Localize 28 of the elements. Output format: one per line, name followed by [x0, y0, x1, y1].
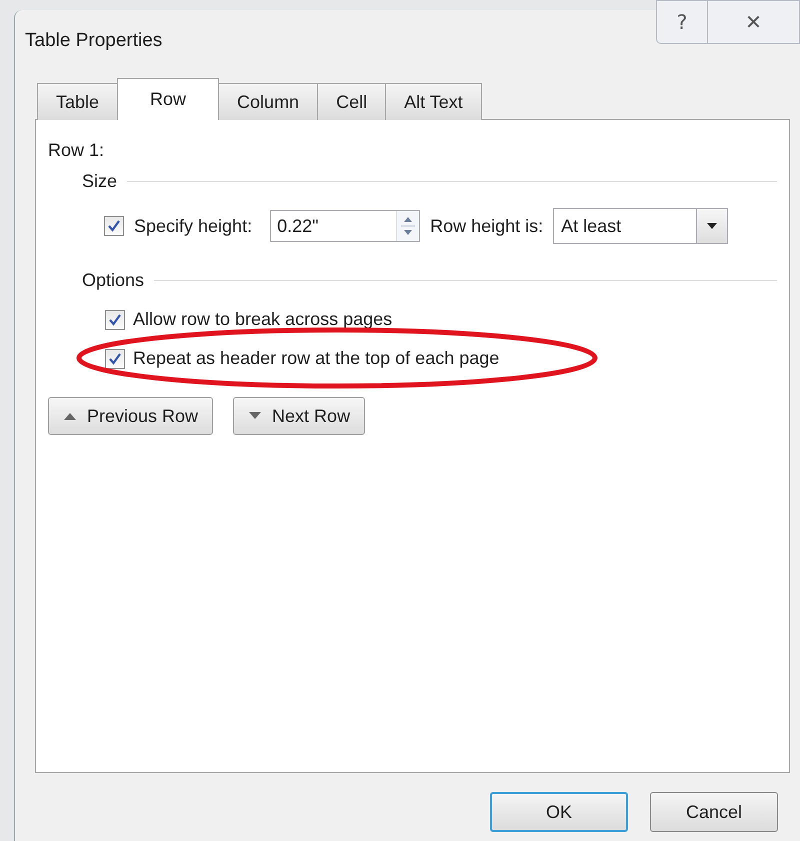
checkbox-label: Specify height:: [134, 216, 252, 236]
cancel-button[interactable]: Cancel: [650, 792, 778, 832]
row-height-label: Row height is:: [430, 216, 544, 236]
nav-button[interactable]: Next Row: [233, 397, 366, 435]
row-heading: Row 1:: [48, 140, 104, 161]
group-heading: Size: [82, 171, 118, 192]
nav-button[interactable]: Previous Row: [48, 397, 214, 435]
window-title: Table Properties: [25, 30, 162, 52]
height-field[interactable]: 0.22": [270, 210, 420, 242]
up-triangle-icon: [63, 411, 77, 421]
row-height-dropdown[interactable]: At least: [553, 208, 728, 244]
tab[interactable]: Column: [218, 83, 318, 120]
tab[interactable]: Alt Text: [385, 83, 482, 120]
checkbox-label: Allow row to break across pages: [133, 309, 392, 330]
group-heading: Options: [82, 270, 144, 291]
checkbox[interactable]: [104, 216, 124, 236]
ok-button[interactable]: OK: [490, 792, 628, 832]
tab[interactable]: Table: [37, 83, 118, 120]
tab[interactable]: Cell: [317, 83, 386, 120]
help-button[interactable]: ?: [656, 0, 708, 44]
spinner-icon[interactable]: [396, 211, 420, 241]
tab[interactable]: Row: [117, 78, 220, 120]
checkbox[interactable]: [105, 310, 125, 330]
checkbox-label: Repeat as header row at the top of each page: [133, 348, 500, 369]
dropdown-arrow-icon: [706, 222, 718, 230]
down-triangle-icon: [248, 411, 262, 421]
close-button[interactable]: ✕: [708, 0, 800, 44]
checkbox[interactable]: [105, 348, 125, 368]
